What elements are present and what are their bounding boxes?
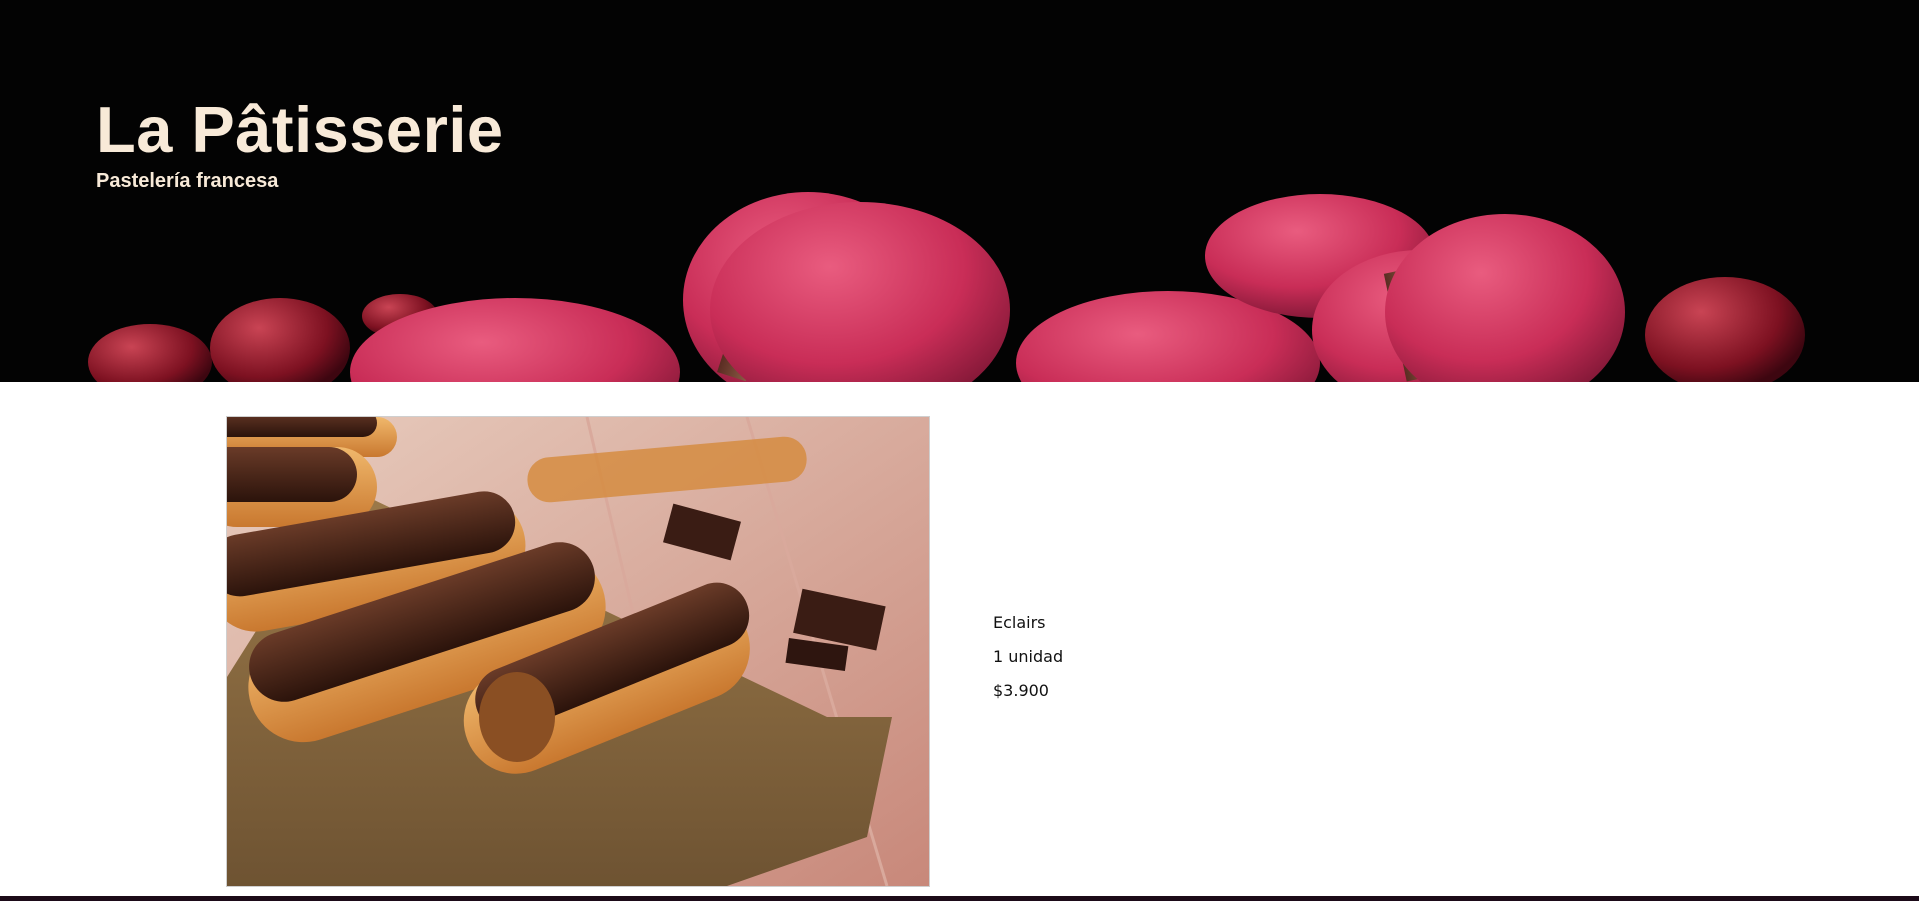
- site-subtitle: Pastelería francesa: [96, 170, 279, 192]
- product-price: $3.900: [993, 681, 1049, 700]
- product-section: Eclairs 1 unidad $3.900: [0, 382, 1919, 897]
- hero-text: La Pâtisserie Pastelería francesa: [96, 92, 504, 193]
- footer-bar: [0, 896, 1919, 901]
- product-quantity: 1 unidad: [993, 647, 1064, 666]
- eclairs-photo: [227, 417, 929, 886]
- hero-banner: La Pâtisserie Pastelería francesa: [0, 0, 1919, 382]
- product-image: [226, 416, 930, 887]
- product-info: Eclairs 1 unidad $3.900: [993, 606, 1063, 708]
- site-title: La Pâtisserie: [96, 93, 504, 166]
- product-name: Eclairs: [993, 613, 1046, 632]
